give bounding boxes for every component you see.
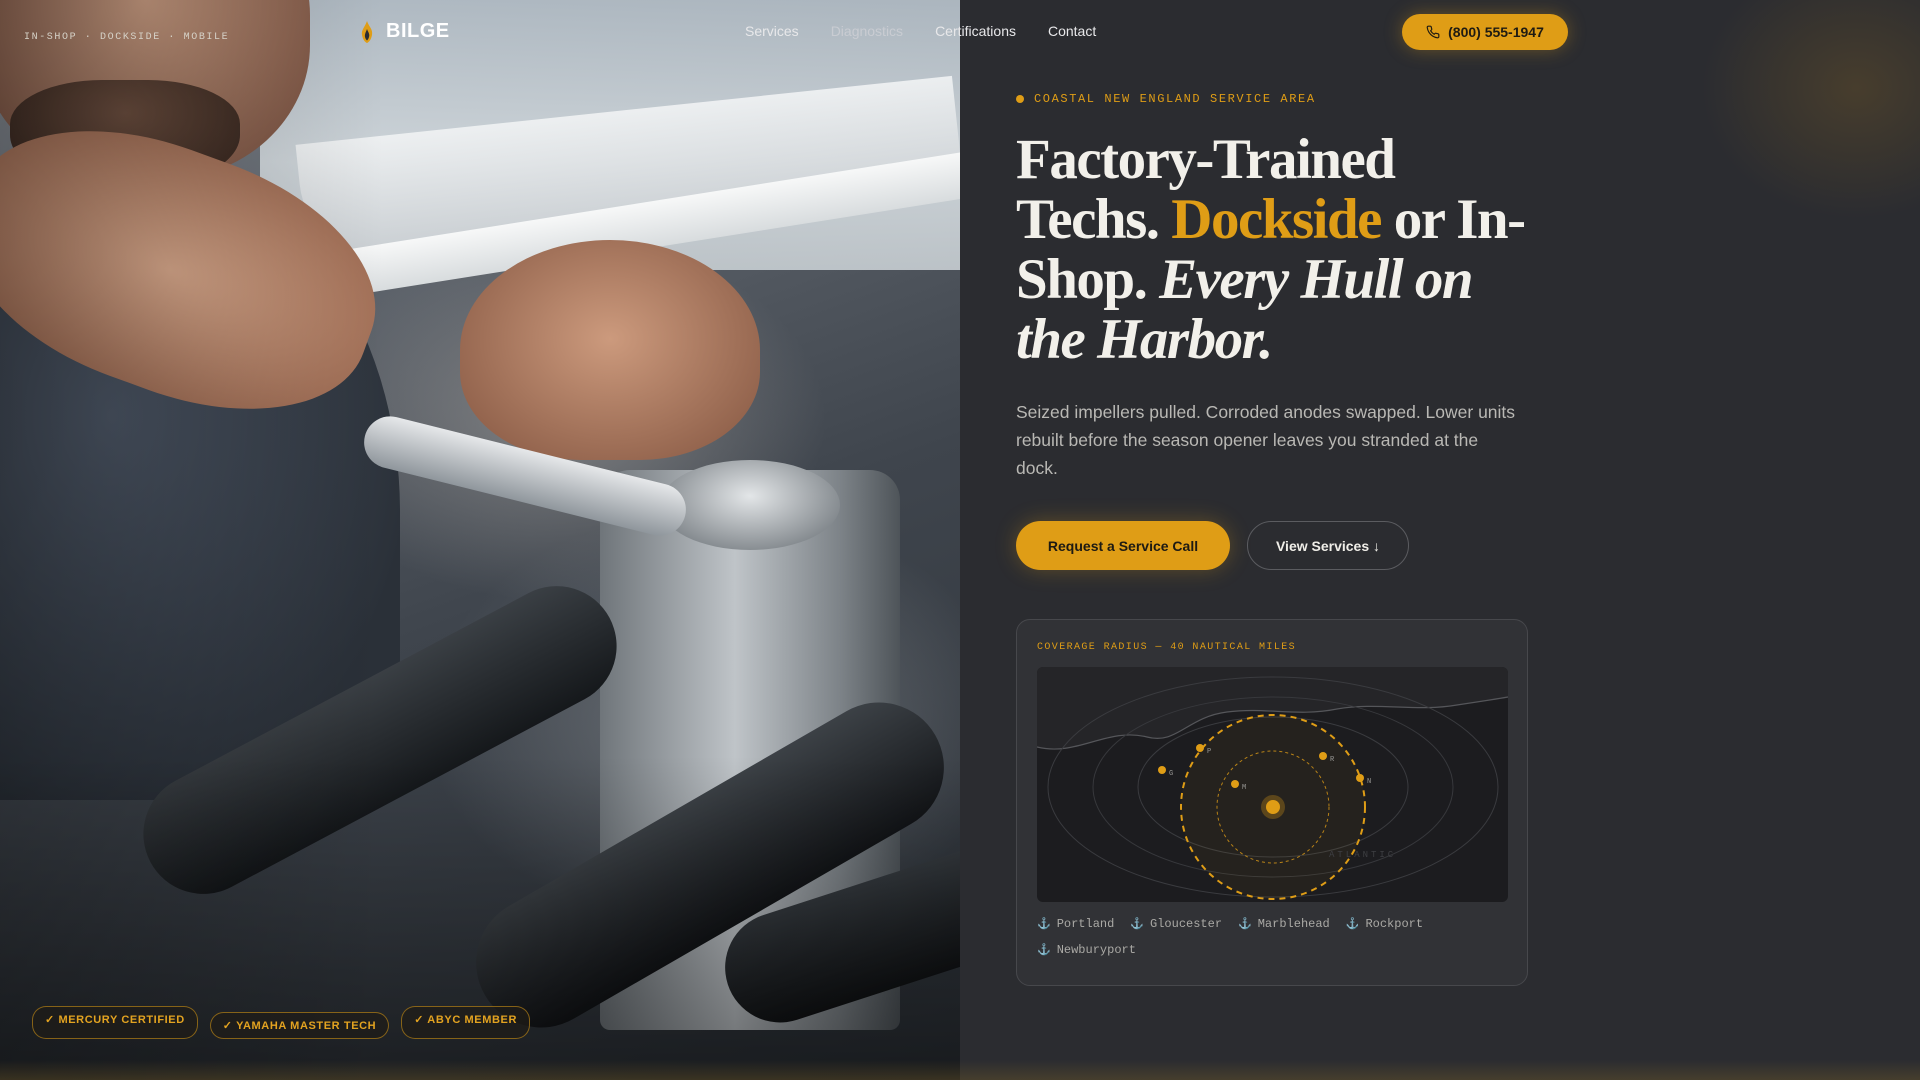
- map-marker-n[interactable]: [1356, 774, 1364, 782]
- phone-call-button[interactable]: (800) 555-1947: [1402, 14, 1568, 50]
- town-item: ⚓ Newburyport: [1037, 943, 1136, 957]
- badge-mercury: ✓ MERCURY CERTIFIED: [32, 1006, 198, 1039]
- headline-accent: Dockside: [1171, 188, 1382, 251]
- nav-diagnostics[interactable]: Diagnostics: [831, 23, 903, 39]
- coverage-label: COVERAGE RADIUS — 40 NAUTICAL MILES: [1037, 642, 1297, 653]
- service-area-eyebrow: COASTAL NEW ENGLAND SERVICE AREA: [1016, 92, 1316, 106]
- flame-icon: [361, 20, 373, 43]
- hero-headline: Factory-Trained Techs. Dockside or In-Sh…: [1016, 130, 1536, 370]
- anchor-icon: ⚓: [1345, 919, 1360, 931]
- nav-services[interactable]: Services: [745, 23, 799, 39]
- town-name: Marblehead: [1257, 917, 1330, 931]
- map-marker-m[interactable]: [1231, 780, 1239, 788]
- town-name: Portland: [1056, 917, 1115, 931]
- brand-home-link[interactable]: BILGE: [360, 20, 450, 43]
- view-services-button[interactable]: View Services ↓: [1247, 521, 1409, 570]
- tagline: IN-SHOP · DOCKSIDE · MOBILE: [24, 32, 230, 43]
- map-marker-label: P: [1207, 748, 1211, 756]
- hero-photo: [0, 0, 960, 1080]
- anchor-icon: ⚓: [1037, 919, 1051, 931]
- map-marker-label: G: [1169, 770, 1173, 778]
- anchor-icon: ⚓: [1130, 919, 1145, 931]
- town-item: ⚓ Portland: [1037, 917, 1114, 931]
- town-list: ⚓ Portland ⚓ Gloucester ⚓ Marblehead ⚓ Rockp…: [1037, 917, 1507, 957]
- phone-icon: [1426, 25, 1440, 39]
- map-marker-label: N: [1367, 778, 1371, 786]
- map-marker-label: M: [1242, 784, 1246, 792]
- map-marker-p[interactable]: [1196, 744, 1204, 752]
- badge-yamaha: ✓ YAMAHA MASTER TECH: [209, 1012, 390, 1039]
- town-item: ⚓ Marblehead: [1238, 917, 1330, 931]
- anchor-icon: ⚓: [1238, 919, 1252, 931]
- map-marker-r[interactable]: [1319, 752, 1327, 760]
- coverage-map: P G M R N ATLANTIC: [1037, 667, 1508, 902]
- certification-badges: ✓ MERCURY CERTIFIED ✓ YAMAHA MASTER TECH…: [32, 1006, 531, 1039]
- nav-certifications[interactable]: Certifications: [935, 23, 1016, 39]
- town-item: ⚓ Rockport: [1346, 917, 1423, 931]
- map-marker-g[interactable]: [1158, 766, 1166, 774]
- coverage-card: COVERAGE RADIUS — 40 NAUTICAL MILES P G …: [1016, 619, 1528, 986]
- badge-abyc: ✓ ABYC MEMBER: [401, 1006, 531, 1039]
- eyebrow-text: COASTAL NEW ENGLAND SERVICE AREA: [1034, 92, 1316, 106]
- town-name: Rockport: [1365, 917, 1424, 931]
- town-name: Newburyport: [1056, 943, 1136, 957]
- anchor-icon: ⚓: [1037, 945, 1051, 957]
- town-name: Gloucester: [1150, 917, 1223, 931]
- request-service-button[interactable]: Request a Service Call: [1016, 521, 1230, 570]
- hero-lede: Seized impellers pulled. Corroded anodes…: [1016, 402, 1516, 478]
- coverage-map-graphic: P G M R N ATLANTIC: [1037, 667, 1508, 900]
- phone-number: (800) 555-1947: [1448, 24, 1544, 40]
- main-nav: Services Diagnostics Certifications Cont…: [745, 23, 1096, 39]
- nav-contact[interactable]: Contact: [1048, 23, 1096, 39]
- status-dot: [1016, 95, 1024, 103]
- town-item: ⚓ Gloucester: [1130, 917, 1222, 931]
- sea-label: ATLANTIC: [1329, 850, 1396, 860]
- brand-name: BILGE: [386, 20, 450, 42]
